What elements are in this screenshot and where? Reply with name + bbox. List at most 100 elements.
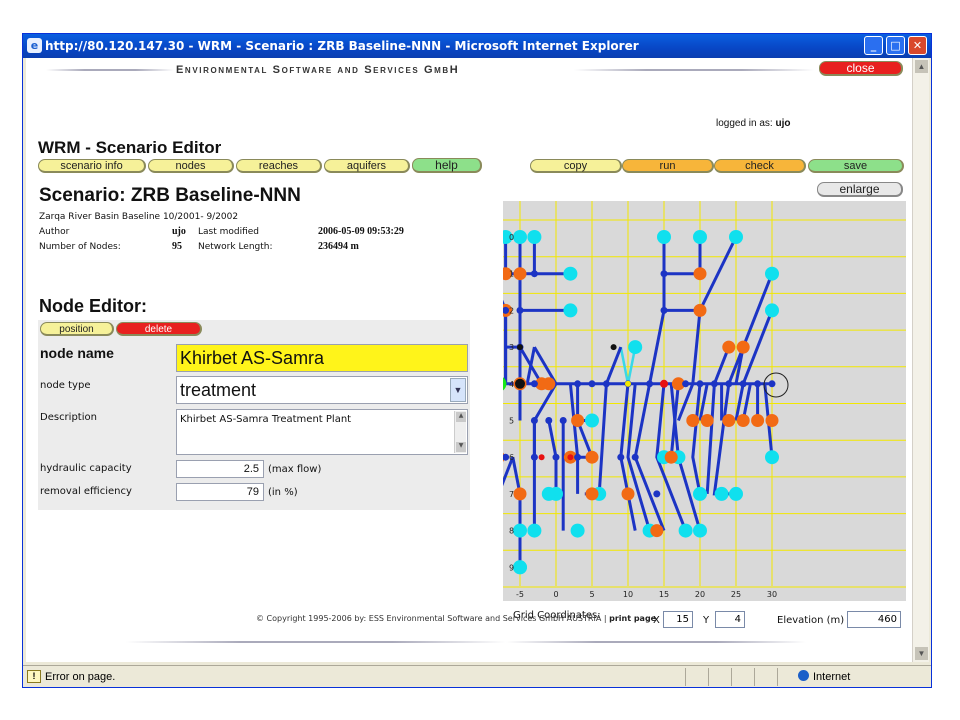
nav-reaches[interactable]: reaches	[236, 159, 322, 173]
node-demand[interactable]	[722, 414, 736, 427]
node-demand[interactable]	[693, 267, 707, 281]
run-button[interactable]: run	[622, 159, 714, 173]
node-demand[interactable]	[621, 487, 635, 501]
node-junction[interactable]	[530, 380, 538, 388]
node-demand[interactable]	[736, 340, 750, 354]
node-junction[interactable]	[660, 270, 668, 278]
node-inflow[interactable]	[693, 230, 707, 244]
node-inflow[interactable]	[527, 230, 542, 244]
maximize-button[interactable]: □	[886, 36, 905, 55]
node-junction[interactable]	[588, 380, 596, 388]
description-textarea[interactable]: Khirbet AS-Samra Treatment Plant ▲ ▼	[176, 409, 468, 455]
warning-icon[interactable]: !	[27, 670, 41, 683]
node-junction[interactable]	[517, 344, 523, 351]
node-inflow[interactable]	[765, 450, 779, 465]
node-inflow[interactable]	[765, 266, 779, 281]
close-button[interactable]: close	[819, 61, 903, 76]
save-button[interactable]: save	[808, 159, 904, 173]
node-demand[interactable]	[650, 524, 664, 538]
node-inflow[interactable]	[541, 486, 556, 501]
node-inflow[interactable]	[628, 340, 643, 355]
node-inflow[interactable]	[527, 523, 542, 538]
position-button[interactable]: position	[40, 322, 114, 336]
close-window-button[interactable]: ✕	[908, 36, 927, 55]
node-demand[interactable]	[700, 414, 714, 427]
nav-nodes[interactable]: nodes	[148, 159, 234, 173]
node-junction[interactable]	[754, 380, 762, 388]
node-demand[interactable]	[585, 487, 599, 501]
node-inflow[interactable]	[693, 486, 707, 501]
node-junction[interactable]	[610, 344, 617, 351]
node-junction[interactable]	[545, 417, 553, 424]
node-inflow[interactable]	[585, 413, 599, 428]
nav-scenario-info[interactable]: scenario info	[38, 159, 146, 173]
node-demand[interactable]	[686, 414, 700, 427]
node-demand[interactable]	[513, 487, 527, 501]
delete-button[interactable]: delete	[116, 322, 202, 336]
node-inflow[interactable]	[513, 560, 527, 575]
capacity-input[interactable]: 2.5	[176, 460, 264, 478]
print-page-link[interactable]: print page	[609, 614, 656, 623]
node-inflow[interactable]	[678, 523, 693, 538]
node-junction[interactable]	[530, 417, 538, 424]
enlarge-button[interactable]: enlarge	[817, 182, 903, 197]
node-inflow[interactable]	[729, 486, 743, 501]
minimize-button[interactable]: _	[864, 36, 883, 55]
node-inflow[interactable]	[563, 266, 578, 281]
node-junction[interactable]	[617, 453, 625, 461]
node-demand[interactable]	[664, 450, 678, 464]
node-inflow[interactable]	[513, 523, 527, 538]
node-junction[interactable]	[516, 306, 524, 314]
node-junction[interactable]	[631, 453, 639, 461]
node-inflow[interactable]	[693, 523, 707, 538]
node-junction[interactable]	[653, 490, 661, 498]
copy-button[interactable]: copy	[530, 159, 622, 173]
node-demand[interactable]	[765, 414, 779, 427]
node-inflow[interactable]	[570, 523, 585, 538]
page-scrollbar[interactable]: ▲ ▼	[912, 58, 929, 662]
chevron-down-icon[interactable]: ▼	[450, 378, 466, 402]
node-inflow[interactable]	[563, 303, 578, 318]
node-junction[interactable]	[682, 380, 690, 388]
node-inflow[interactable]	[729, 230, 743, 244]
node-junction[interactable]	[696, 380, 704, 388]
node-junction[interactable]	[739, 380, 747, 388]
efficiency-input[interactable]: 79	[176, 483, 264, 501]
node-junction[interactable]	[574, 453, 582, 461]
scroll-up-icon[interactable]: ▲	[915, 60, 928, 73]
node-diversion[interactable]	[538, 454, 545, 461]
node-selected[interactable]	[660, 379, 668, 388]
nav-help[interactable]: help	[412, 158, 482, 173]
node-demand[interactable]	[751, 414, 765, 427]
node-marker[interactable]	[625, 380, 631, 387]
node-inflow[interactable]	[765, 303, 779, 318]
y-coordinate-input[interactable]: 4	[715, 611, 745, 628]
node-demand[interactable]	[722, 340, 736, 354]
node-junction[interactable]	[574, 380, 582, 388]
node-name-input[interactable]: Khirbet AS-Samra	[176, 344, 468, 372]
scroll-up-icon[interactable]: ▲	[456, 412, 466, 422]
scroll-down-icon[interactable]: ▼	[915, 647, 928, 660]
node-junction[interactable]	[552, 453, 560, 461]
node-demand[interactable]	[571, 414, 585, 427]
node-demand[interactable]	[513, 267, 527, 281]
node-junction[interactable]	[530, 453, 538, 461]
network-map[interactable]: -20-15-10-50510152025300123456789	[503, 201, 906, 601]
node-junction[interactable]	[710, 380, 718, 388]
node-diversion[interactable]	[567, 454, 574, 461]
node-junction[interactable]	[660, 306, 668, 314]
node-junction[interactable]	[602, 380, 610, 388]
node-junction[interactable]	[530, 270, 538, 278]
node-junction[interactable]	[725, 380, 733, 388]
nav-aquifers[interactable]: aquifers	[324, 159, 410, 173]
node-demand[interactable]	[585, 450, 599, 464]
node-type-select[interactable]: treatment ▼	[176, 376, 468, 404]
scroll-down-icon[interactable]: ▼	[456, 442, 466, 452]
node-junction[interactable]	[768, 380, 776, 388]
node-inflow[interactable]	[714, 486, 729, 501]
textarea-scrollbar[interactable]: ▲ ▼	[454, 411, 466, 453]
elevation-input[interactable]: 460	[847, 611, 901, 628]
check-button[interactable]: check	[714, 159, 806, 173]
node-reservoir[interactable]	[515, 378, 525, 389]
x-coordinate-input[interactable]: 15	[663, 611, 693, 628]
